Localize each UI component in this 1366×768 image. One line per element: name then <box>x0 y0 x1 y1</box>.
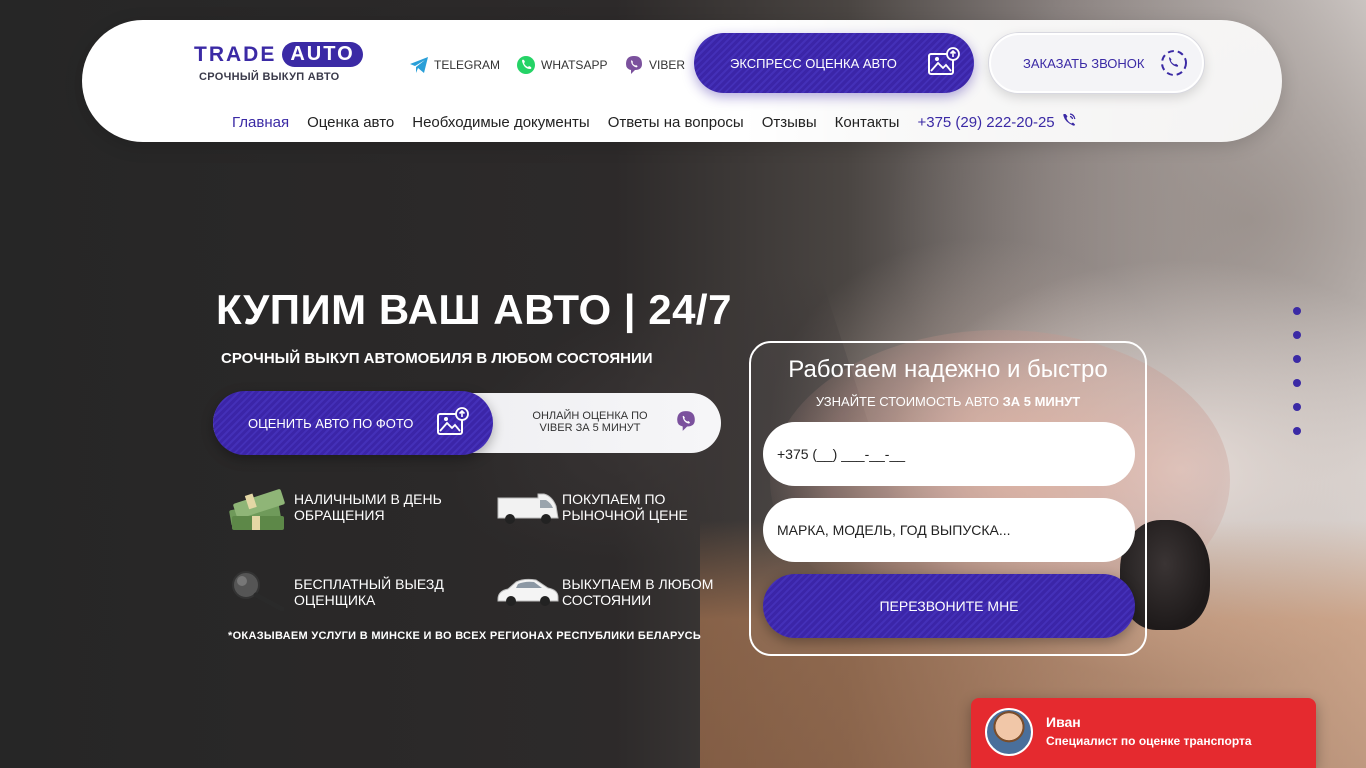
slider-dot[interactable] <box>1293 331 1301 339</box>
magnifier-icon <box>226 565 290 619</box>
phone-field[interactable]: +375 (__) ___-__-__ <box>763 422 1135 486</box>
evaluate-by-photo-label: ОЦЕНИТЬ АВТО ПО ФОТО <box>248 415 414 431</box>
feature-cash: НАЛИЧНЫМИ В ДЕНЬ ОБРАЩЕНИЯ <box>226 480 442 534</box>
form-subtitle-text: УЗНАЙТЕ СТОИМОСТЬ АВТО <box>815 394 1003 409</box>
car-model-placeholder: МАРКА, МОДЕЛЬ, ГОД ВЫПУСКА... <box>777 522 1011 538</box>
order-call-button[interactable]: ЗАКАЗАТЬ ЗВОНОК <box>989 33 1204 93</box>
car-icon <box>494 565 559 619</box>
avatar <box>985 708 1033 756</box>
car-model-field[interactable]: МАРКА, МОДЕЛЬ, ГОД ВЫПУСКА... <box>763 498 1135 562</box>
express-evaluation-label: ЭКСПРЕСС ОЦЕНКА АВТО <box>730 55 897 71</box>
hero-title: КУПИМ ВАШ АВТО | 24/7 <box>216 286 732 333</box>
viber-link[interactable]: VIBER <box>624 55 685 75</box>
phone-field-value: +375 (__) ___-__-__ <box>777 446 906 462</box>
regions-note: *ОКАЗЫВАЕМ УСЛУГИ В МИНСКЕ И ВО ВСЕХ РЕГ… <box>228 630 702 642</box>
slider-dot[interactable] <box>1293 427 1301 435</box>
whatsapp-icon <box>516 55 536 75</box>
slider-pagination <box>1293 307 1301 435</box>
nav-faq[interactable]: Ответы на вопросы <box>608 114 744 131</box>
logo[interactable]: TRADE AUTO СРОЧНЫЙ ВЫКУП АВТО <box>194 42 363 83</box>
slider-dot[interactable] <box>1293 403 1301 411</box>
cash-icon <box>226 480 290 534</box>
telegram-link[interactable]: TELEGRAM <box>409 55 500 75</box>
form-title: Работаем надежно и быстро <box>788 356 1108 383</box>
logo-tagline: СРОЧНЫЙ ВЫКУП АВТО <box>199 71 340 83</box>
telegram-label: TELEGRAM <box>434 58 501 72</box>
slider-dot[interactable] <box>1293 379 1301 387</box>
feature-free-visit-text: БЕСПЛАТНЫЙ ВЫЕЗД ОЦЕНЩИКА <box>294 576 444 608</box>
header-phone-number: +375 (29) 222-20-25 <box>917 113 1055 131</box>
nav-documents[interactable]: Необходимые документы <box>412 114 589 131</box>
feature-any-condition: ВЫКУПАЕМ В ЛЮБОМ СОСТОЯНИИ <box>494 565 713 619</box>
evaluate-by-photo-button[interactable]: ОЦЕНИТЬ АВТО ПО ФОТО <box>213 391 493 455</box>
viber-evaluation-label: ОНЛАЙН ОЦЕНКА ПО VIBER ЗА 5 МИНУТ <box>532 410 648 434</box>
viber-icon <box>675 410 697 432</box>
telegram-icon <box>409 55 429 75</box>
order-call-label: ЗАКАЗАТЬ ЗВОНОК <box>1023 55 1145 71</box>
whatsapp-link[interactable]: WHATSAPP <box>516 55 607 75</box>
chat-agent-role: Специалист по оценке транспорта <box>1046 734 1252 748</box>
header: TRADE AUTO СРОЧНЫЙ ВЫКУП АВТО TELEGRAM W… <box>82 20 1282 142</box>
whatsapp-label: WHATSAPP <box>541 58 608 72</box>
chat-widget[interactable]: Иван Специалист по оценке транспорта <box>971 698 1316 768</box>
call-me-label: ПЕРЕЗВОНИТЕ МНЕ <box>879 598 1019 614</box>
feature-cash-text: НАЛИЧНЫМИ В ДЕНЬ ОБРАЩЕНИЯ <box>294 491 442 523</box>
main-nav: Главная Оценка авто Необходимые документ… <box>232 112 1077 132</box>
phone-icon <box>1061 112 1077 132</box>
logo-trade: TRADE <box>194 42 277 66</box>
phone-callback-icon <box>1160 49 1188 77</box>
hero-subtitle: СРОЧНЫЙ ВЫКУП АВТОМОБИЛЯ В ЛЮБОМ СОСТОЯН… <box>221 350 653 367</box>
nav-evaluation[interactable]: Оценка авто <box>307 114 394 131</box>
form-subtitle-emphasis: ЗА 5 МИНУТ <box>1002 394 1081 409</box>
feature-any-condition-text: ВЫКУПАЕМ В ЛЮБОМ СОСТОЯНИИ <box>562 576 714 608</box>
feature-free-visit: БЕСПЛАТНЫЙ ВЫЕЗД ОЦЕНЩИКА <box>226 565 444 619</box>
feature-market-price-text: ПОКУПАЕМ ПО РЫНОЧНОЙ ЦЕНЕ <box>562 491 688 523</box>
header-phone-link[interactable]: +375 (29) 222-20-25 <box>917 112 1076 132</box>
van-icon <box>494 480 559 534</box>
nav-reviews[interactable]: Отзывы <box>762 114 817 131</box>
nav-home[interactable]: Главная <box>232 114 289 131</box>
feature-market-price: ПОКУПАЕМ ПО РЫНОЧНОЙ ЦЕНЕ <box>494 480 688 534</box>
slider-dot[interactable] <box>1293 355 1301 363</box>
nav-contacts[interactable]: Контакты <box>835 114 900 131</box>
photo-upload-icon <box>435 405 471 441</box>
express-evaluation-button[interactable]: ЭКСПРЕСС ОЦЕНКА АВТО <box>694 33 974 93</box>
callback-form: Работаем надежно и быстро УЗНАЙТЕ СТОИМО… <box>749 341 1147 656</box>
viber-icon <box>624 55 644 75</box>
logo-auto: AUTO <box>282 42 363 67</box>
form-subtitle: УЗНАЙТЕ СТОИМОСТЬ АВТО ЗА 5 МИНУТ <box>751 394 1145 409</box>
logo-wordmark: TRADE AUTO <box>194 42 363 67</box>
slider-dot[interactable] <box>1293 307 1301 315</box>
chat-agent-name: Иван <box>1046 714 1081 730</box>
viber-label: VIBER <box>649 58 686 72</box>
call-me-button[interactable]: ПЕРЕЗВОНИТЕ МНЕ <box>763 574 1135 638</box>
photo-upload-icon <box>926 45 962 81</box>
